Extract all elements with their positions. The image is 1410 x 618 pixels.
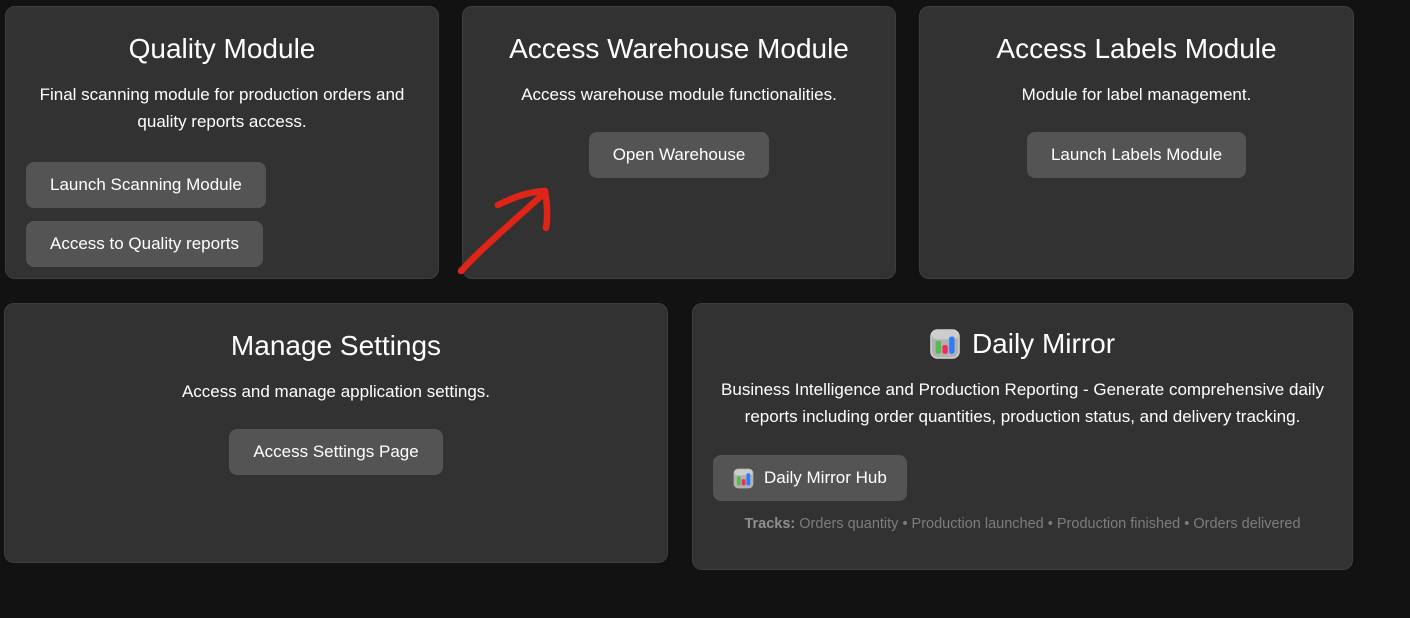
access-settings-page-button[interactable]: Access Settings Page <box>229 429 442 475</box>
labels-module-title: Access Labels Module <box>940 32 1333 65</box>
card-warehouse-module: Access Warehouse Module Access warehouse… <box>462 6 896 279</box>
daily-mirror-actions: Daily Mirror Hub <box>713 455 1332 501</box>
bar-chart-icon <box>930 329 960 359</box>
tracks-footer-label: Tracks: <box>744 516 795 532</box>
tracks-footer-items: Orders quantity • Production launched • … <box>799 516 1300 532</box>
daily-mirror-hub-button[interactable]: Daily Mirror Hub <box>713 455 907 501</box>
quality-module-description: Final scanning module for production ord… <box>26 81 418 135</box>
launch-labels-module-button[interactable]: Launch Labels Module <box>1027 132 1246 178</box>
daily-mirror-hub-button-label: Daily Mirror Hub <box>764 466 887 490</box>
warehouse-module-actions: Open Warehouse <box>483 132 875 178</box>
card-daily-mirror: Daily Mirror Business Intelligence and P… <box>692 303 1353 570</box>
modules-dashboard: Quality Module Final scanning module for… <box>0 0 1410 618</box>
open-warehouse-button[interactable]: Open Warehouse <box>589 132 770 178</box>
manage-settings-description: Access and manage application settings. <box>25 378 647 405</box>
card-manage-settings: Manage Settings Access and manage applic… <box>4 303 668 563</box>
tracks-footer: Tracks: Orders quantity • Production lau… <box>713 515 1332 533</box>
launch-scanning-module-button[interactable]: Launch Scanning Module <box>26 162 266 208</box>
manage-settings-title: Manage Settings <box>25 329 647 362</box>
warehouse-module-description: Access warehouse module functionalities. <box>483 81 875 108</box>
card-labels-module: Access Labels Module Module for label ma… <box>919 6 1354 279</box>
quality-module-actions: Launch Scanning Module Access to Quality… <box>26 162 418 267</box>
daily-mirror-title-row: Daily Mirror <box>713 327 1332 360</box>
daily-mirror-title: Daily Mirror <box>972 327 1115 360</box>
labels-module-actions: Launch Labels Module <box>940 132 1333 178</box>
warehouse-module-title: Access Warehouse Module <box>483 32 875 65</box>
access-quality-reports-button[interactable]: Access to Quality reports <box>26 221 263 267</box>
quality-module-title: Quality Module <box>26 32 418 65</box>
card-quality-module: Quality Module Final scanning module for… <box>5 6 439 279</box>
daily-mirror-description: Business Intelligence and Production Rep… <box>713 376 1332 430</box>
bar-chart-icon <box>733 468 754 489</box>
manage-settings-actions: Access Settings Page <box>25 429 647 475</box>
labels-module-description: Module for label management. <box>940 81 1333 108</box>
